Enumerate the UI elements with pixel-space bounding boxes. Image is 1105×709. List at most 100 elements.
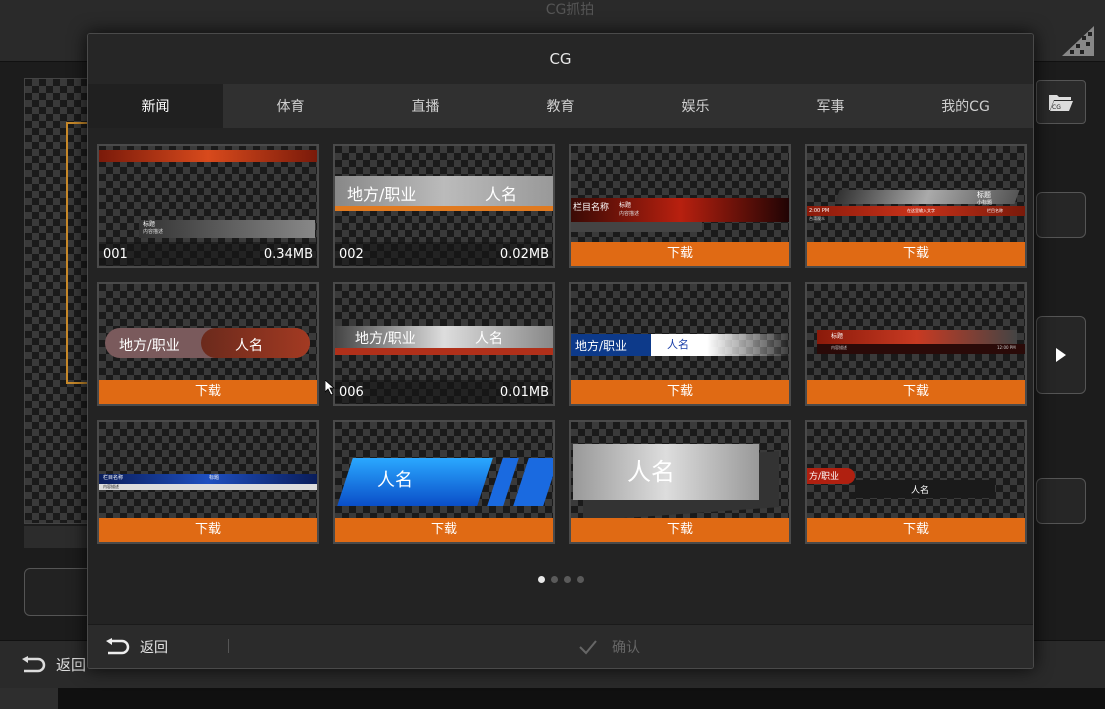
preview-text: 标题 [209,475,220,481]
preview-bar [817,330,1017,344]
checkmark-icon [579,640,597,655]
tab-4[interactable]: 娱乐 [628,84,763,128]
cg-template-tile[interactable]: 人名下载 [333,420,555,544]
tab-0[interactable]: 新闻 [88,84,223,128]
preview-text: 在这里输入文字 [907,208,935,213]
cg-template-tile[interactable]: 栏目名称 标题内容描述下载 [97,420,319,544]
cg-template-tile[interactable]: 栏目名称 标题内容描述下载 [569,144,791,268]
preview-text: 标题 [831,333,844,340]
preview-bar [99,150,317,162]
preview-bar [99,474,317,484]
cg-dialog: CG 新闻 体育 直播 教育 娱乐 军事 我的CG 标题 内容描述 001 0.34MB 地方/职业… [87,33,1034,669]
preview-text: 内容描述 [143,229,164,235]
download-button[interactable]: 下载 [807,518,1025,542]
tab-6[interactable]: 我的CG [898,84,1033,128]
preview-bar [817,344,1025,354]
dialog-footer: 返回 确认 [88,624,1033,668]
download-button[interactable]: 下载 [571,380,789,404]
cg-template-tile[interactable]: 人名下载 [569,420,791,544]
preview-bar [337,458,493,506]
tab-1[interactable]: 体育 [223,84,358,128]
left-action-button[interactable] [24,568,94,616]
template-size: 0.34MB [263,246,313,262]
download-button[interactable]: 下载 [807,242,1025,266]
preview-text: 内容描述 [831,345,847,350]
template-size: 0.01MB [499,384,549,400]
status-bar [0,688,1105,709]
preview-text: 地方/职业 [347,185,417,204]
cg-template-tile[interactable]: 地方/职业 人名 006 0.01MB [333,282,555,406]
preview-text: 2:00 PM [809,208,830,214]
preview-bar [487,458,519,506]
preview-bar [335,206,553,211]
download-button[interactable]: 下载 [571,242,789,266]
dialog-back-button[interactable]: 返回 [104,625,168,668]
preview-text: 小标题 [977,200,993,206]
app-back-label: 返回 [56,656,87,674]
play-right-icon [1056,348,1066,362]
preview-text: 人名 [377,470,413,491]
preview-text: 栏目名称 [987,208,1003,213]
preview-text: 栏目名称 [103,475,124,481]
app-title: CG抓拍 [545,2,595,18]
cg-template-tile[interactable]: 地方/职业 人名下载 [97,282,319,406]
cg-template-tile[interactable]: 地方/职业 人名 下载 [569,282,791,406]
download-button[interactable]: 下载 [807,380,1025,404]
preview-text: 台湾观众 [809,216,825,221]
dialog-confirm-label: 确认 [612,640,640,656]
preview-text: 12:00 PM [997,345,1016,350]
preview-timeline [24,526,94,548]
preview-text: 标题 [619,202,632,209]
preview-text: 人名 [485,185,518,204]
mouse-pointer-icon [325,380,336,396]
preview-text: 人名 [627,458,675,486]
cg-template-tile[interactable]: 方/职业 人名 下载 [805,420,1027,544]
preview-text: 内容描述 [619,211,640,217]
download-button[interactable]: 下载 [571,518,789,542]
template-id: 006 [339,384,364,400]
preview-text: 人名 [475,331,503,347]
cg-folder-button[interactable]: CG [1036,80,1086,124]
preview-text: 内容描述 [103,484,119,489]
tab-3[interactable]: 教育 [493,84,628,128]
cg-folder-icon: CG [1049,95,1073,111]
page-dot-4[interactable] [576,576,584,583]
cg-template-tile[interactable]: 标题 小标题 2:00 PM 台湾观众 在这里输入文字 栏目名称 下载 [805,144,1027,268]
template-meta: 002 0.02MB [335,242,553,266]
dialog-back-label: 返回 [140,640,168,656]
preview-bar [513,458,553,506]
preview-bar [139,220,315,238]
dialog-confirm-button[interactable]: 确认 [578,625,640,668]
download-button[interactable]: 下载 [335,518,553,542]
preview-text: 地方/职业 [119,338,180,354]
preview-text: 人名 [235,338,263,354]
template-id: 002 [339,246,364,262]
page-dot-2[interactable] [550,576,558,583]
page-dot-1[interactable] [537,576,545,583]
category-tabs: 新闻 体育 直播 教育 娱乐 军事 我的CG [88,84,1033,128]
download-button[interactable]: 下载 [99,518,317,542]
grid-corner-icon[interactable] [1060,24,1096,58]
page-dot-3[interactable] [563,576,571,583]
template-id: 001 [103,246,128,262]
tab-2[interactable]: 直播 [358,84,493,128]
cg-template-grid: 标题 内容描述 001 0.34MB 地方/职业 人名 002 0.02MB 栏目名称 标题 内容描… [97,144,1027,544]
next-panel-button[interactable] [1036,316,1086,394]
tab-5[interactable]: 军事 [763,84,898,128]
cg-template-tile[interactable]: 地方/职业 人名 002 0.02MB [333,144,555,268]
download-button[interactable]: 下载 [99,380,317,404]
right-panel-button-1[interactable] [1036,192,1086,238]
template-meta: 006 0.01MB [335,380,553,404]
right-panel-button-2[interactable] [1036,478,1086,524]
preview-bar [571,222,702,232]
preview-bar [99,484,317,490]
app-back-button[interactable]: 返回 [20,654,86,675]
cg-template-tile[interactable]: 标题内容描述 12:00 PM 下载 [805,282,1027,406]
preview-text: 栏目名称 [573,203,610,213]
pagination-dots [88,576,1033,583]
preview-bar [335,348,553,355]
template-meta: 001 0.34MB [99,242,317,266]
preview-text: 人名 [911,486,930,496]
preview-text: 地方/职业 [575,339,628,353]
cg-template-tile[interactable]: 标题 内容描述 001 0.34MB [97,144,319,268]
